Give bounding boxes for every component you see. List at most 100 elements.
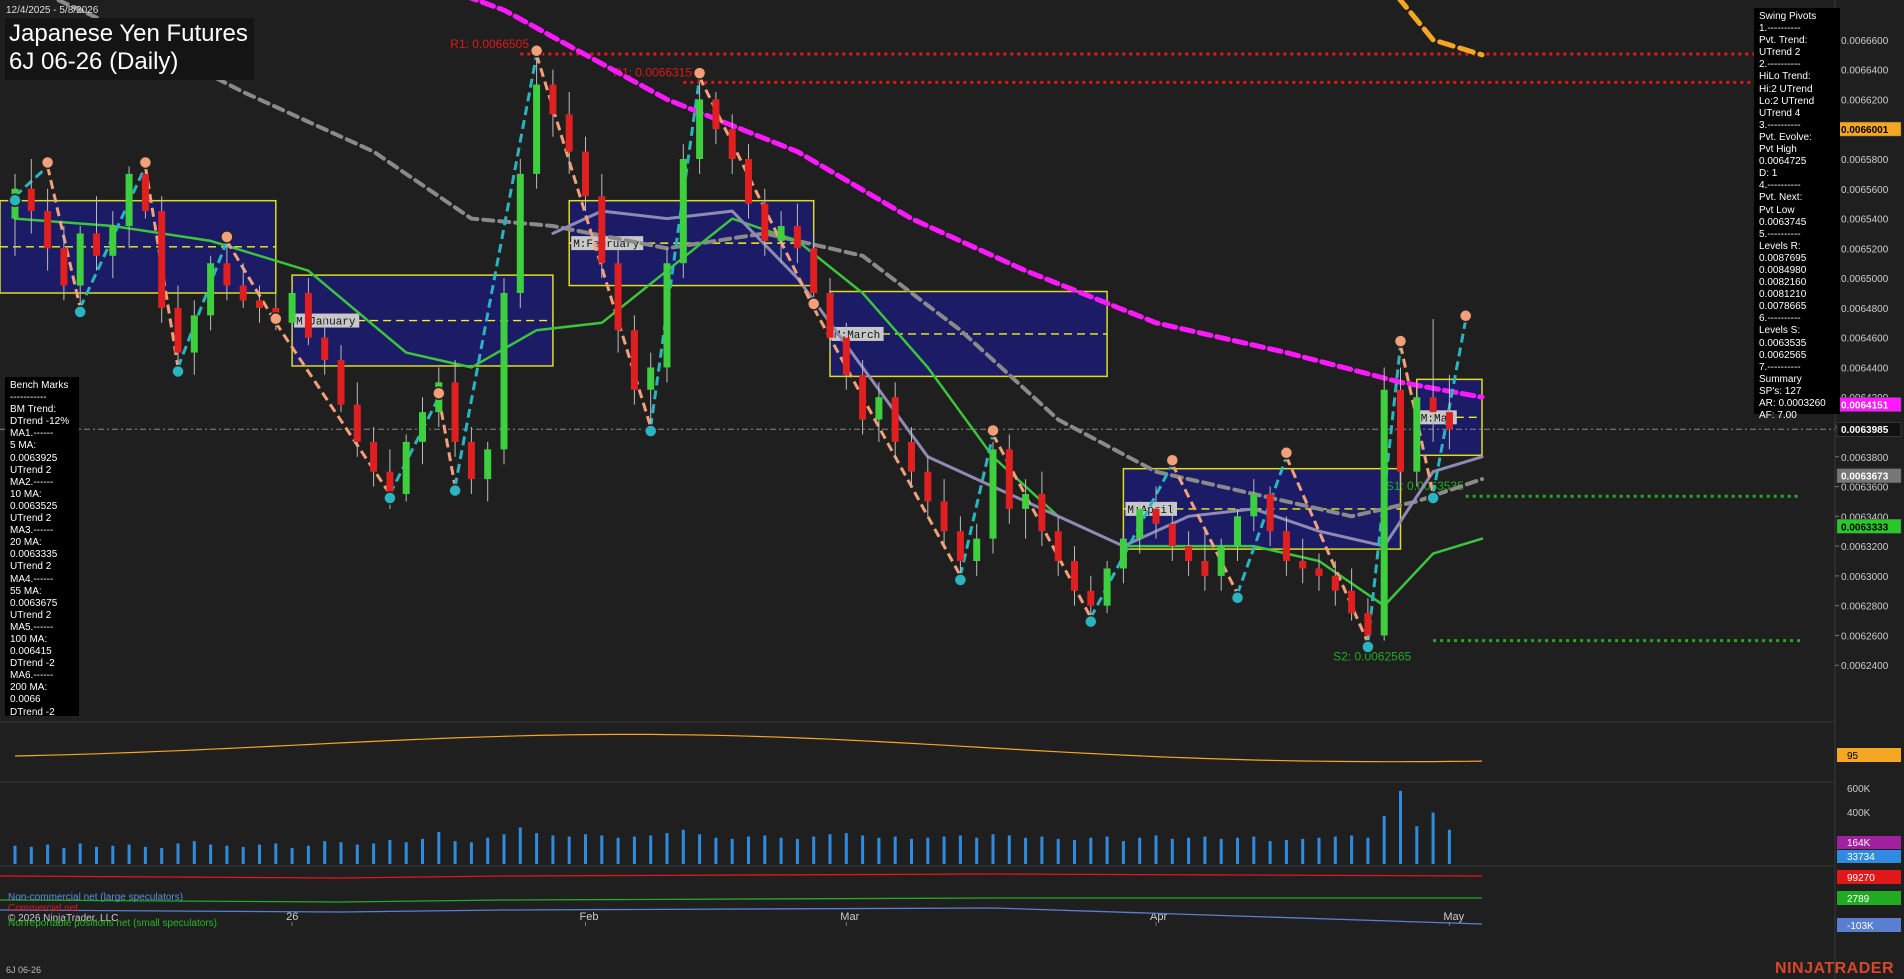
candle-body xyxy=(663,263,671,368)
candle-body xyxy=(223,263,231,286)
ninjatrader-logo: NINJATRADER xyxy=(1775,960,1894,977)
candle-body xyxy=(647,367,655,390)
volume-badge-label: 164K xyxy=(1847,838,1871,849)
bench-line: DTrend -2 xyxy=(10,658,55,670)
candle-body xyxy=(1413,397,1421,472)
candle-body xyxy=(158,211,166,308)
candle-body xyxy=(777,226,785,241)
candle-body xyxy=(630,330,638,390)
candle-body xyxy=(174,307,182,353)
candle-body xyxy=(239,285,247,301)
candle-body xyxy=(93,233,100,256)
candle-body xyxy=(321,337,329,360)
volume-badge-label: 33734 xyxy=(1847,852,1875,863)
swing-high-marker xyxy=(220,230,234,244)
pivots-line: 0.0082160 xyxy=(1759,277,1807,289)
candle-body xyxy=(549,84,557,115)
candle-body xyxy=(842,337,850,375)
swing-low-marker xyxy=(1084,614,1098,629)
candle-body xyxy=(940,501,948,532)
y-tick-label: 0.0065600 xyxy=(1841,185,1889,196)
pivots-line: Swing Pivots xyxy=(1759,11,1817,22)
pivots-line: SP's: 127 xyxy=(1759,385,1802,397)
bench-line: 5 MA: xyxy=(10,440,37,452)
candle-body xyxy=(1038,494,1046,532)
candle-body xyxy=(1445,412,1453,430)
y-tick-label: 0.0063800 xyxy=(1841,453,1889,464)
candle-body xyxy=(810,248,818,293)
pivots-line: 0.0062565 xyxy=(1759,349,1807,361)
candle-body xyxy=(500,293,508,450)
candle-body xyxy=(1282,531,1290,561)
candle-body xyxy=(386,471,394,494)
candle-body xyxy=(370,441,378,472)
swing-low-marker xyxy=(448,483,462,498)
cot-legend-nonreportable: Nonreportable positions net (small specu… xyxy=(8,918,217,929)
swing-high-marker xyxy=(40,155,55,170)
candle-body xyxy=(826,293,834,338)
x-tick-label: 26 xyxy=(286,911,298,923)
candle-body xyxy=(304,293,312,338)
swing-line xyxy=(388,396,441,495)
price-badge-label: 0.0063673 xyxy=(1841,472,1889,483)
bench-line: 0.0066 xyxy=(10,694,41,706)
pivots-line: 0.0063535 xyxy=(1759,337,1807,349)
bench-line: MA4.------ xyxy=(10,573,54,585)
price-chart[interactable]: M:JanuaryM:FebruaryM:MarchM:AprilM:MayR1… xyxy=(0,0,1904,979)
candle-body xyxy=(1299,561,1307,569)
cot-line xyxy=(0,907,1483,925)
candle-body xyxy=(908,441,915,472)
candle-body xyxy=(1429,397,1437,413)
y-tick-label: 0.0065200 xyxy=(1841,244,1889,255)
pivots-line: Pvt. Next: xyxy=(1759,192,1803,204)
candle-body xyxy=(76,233,84,286)
y-tick-label: 0.0064800 xyxy=(1841,304,1889,315)
y-tick-label: 0.0065400 xyxy=(1841,215,1889,226)
candle-body xyxy=(484,449,492,480)
y-tick-label: 0.0064400 xyxy=(1841,363,1889,374)
price-badge-label: 0.0064151 xyxy=(1841,401,1889,412)
x-tick-label: Feb xyxy=(580,911,599,923)
swing-high-marker xyxy=(986,423,1000,438)
candle-body xyxy=(1054,531,1062,561)
bench-line: UTrend 2 xyxy=(10,464,52,476)
pivots-line: 0.0063745 xyxy=(1759,216,1807,228)
x-tick-label: Mar xyxy=(840,911,859,923)
candle-body xyxy=(956,531,964,561)
candle-body xyxy=(696,99,704,159)
pivots-line: Pvt. Trend: xyxy=(1759,35,1808,47)
pivots-line: AR: 0.0003260 xyxy=(1759,398,1826,409)
candle-body xyxy=(353,404,361,442)
swing-low-marker xyxy=(1426,491,1440,505)
bench-marks-panel: Bench Marks ----------- BM Trend: DTrend -1… xyxy=(5,377,79,718)
candle-body xyxy=(141,173,149,212)
bench-line: MA6.------ xyxy=(10,670,54,682)
x-tick-label: May xyxy=(1443,911,1464,923)
pivots-line: 0.0087695 xyxy=(1759,252,1807,264)
bench-line: MA2.------ xyxy=(10,476,54,488)
pivots-line: 0.0064725 xyxy=(1759,156,1807,168)
candle-body xyxy=(190,315,198,353)
month-label: M:April xyxy=(1127,505,1173,517)
volume-axis-label: 400K xyxy=(1847,808,1871,819)
bench-line: 0.0063925 xyxy=(10,452,58,464)
bench-line: 55 MA: xyxy=(10,585,42,597)
candle-body xyxy=(533,84,541,174)
oscillator-line xyxy=(14,733,1483,763)
bench-line: MA1.------ xyxy=(10,428,54,440)
cot-line xyxy=(0,897,1482,903)
swing-high-marker xyxy=(692,66,707,80)
candle-body xyxy=(1266,494,1274,532)
pivots-line: AF: 7.00 xyxy=(1759,410,1797,422)
swing-low-marker xyxy=(8,193,22,207)
instrument-title: Japanese Yen Futures xyxy=(9,20,248,47)
candle-body xyxy=(793,226,801,249)
candle-body xyxy=(875,397,883,420)
y-tick-label: 0.0066600 xyxy=(1841,36,1889,47)
swing-high-marker xyxy=(1458,309,1473,323)
pivots-line: 6.---------- xyxy=(1759,313,1801,325)
candle-body xyxy=(288,293,296,323)
pivots-line: UTrend 2 xyxy=(1759,47,1801,59)
swing-high-marker xyxy=(1279,446,1294,460)
candle-body xyxy=(1397,389,1404,472)
